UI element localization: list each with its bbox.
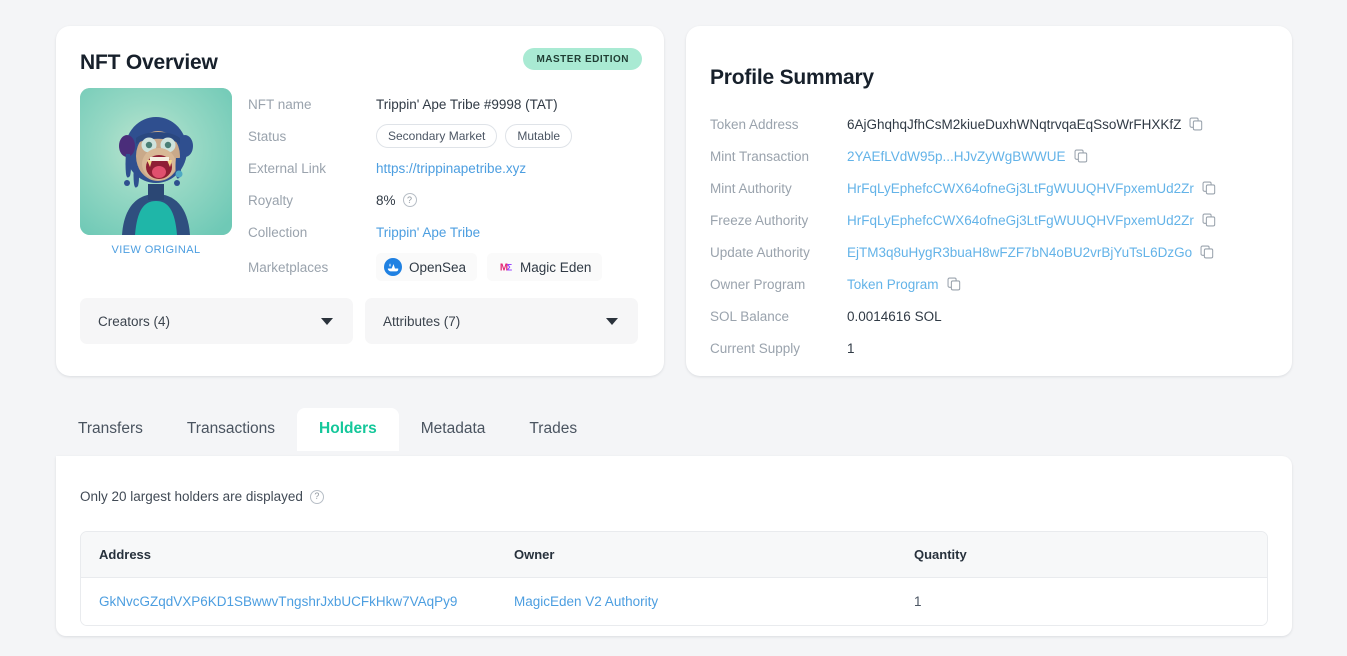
attributes-dropdown-label: Attributes (7) bbox=[383, 313, 461, 329]
profile-row-label: Token Address bbox=[710, 116, 799, 132]
creators-dropdown-label: Creators (4) bbox=[98, 313, 171, 329]
profile-row-value[interactable]: Token Program bbox=[847, 277, 939, 292]
nft-detail-page: NFT Overview MASTER EDITION VIEW ORIGINA… bbox=[0, 0, 1347, 656]
profile-row-value: 0.0014616 SOL bbox=[847, 308, 942, 324]
royalty-value: 8% bbox=[376, 192, 396, 208]
profile-row: Owner Program Token Program bbox=[710, 268, 1270, 300]
status-label: Status bbox=[248, 128, 287, 144]
nft-overview-card: NFT Overview MASTER EDITION VIEW ORIGINA… bbox=[56, 26, 664, 376]
svg-text:Σ: Σ bbox=[507, 263, 513, 273]
copy-icon[interactable] bbox=[1200, 245, 1214, 259]
nft-name-label: NFT name bbox=[248, 96, 312, 112]
royalty-row: Royalty 8% ? bbox=[248, 184, 643, 216]
holders-panel: Only 20 largest holders are displayed ? … bbox=[56, 456, 1292, 636]
profile-row: SOL Balance 0.0014616 SOL bbox=[710, 300, 1270, 332]
holders-help-icon[interactable]: ? bbox=[309, 489, 324, 504]
table-header-row: Address Owner Quantity bbox=[81, 532, 1267, 578]
chevron-down-icon bbox=[321, 318, 333, 325]
marketplace-opensea-button[interactable]: OpenSea bbox=[376, 253, 478, 281]
marketplace-magiceden-label: Magic Eden bbox=[520, 259, 592, 275]
content-tabs: Transfers Transactions Holders Metadata Trad… bbox=[56, 408, 599, 451]
profile-row-label: Mint Transaction bbox=[710, 148, 810, 164]
holder-quantity: 1 bbox=[896, 577, 1267, 625]
profile-row-value[interactable]: HrFqLyEphefcCWX64ofneGj3LtFgWUUQHVFpxemU… bbox=[847, 181, 1194, 196]
profile-row: Current Supply 1 bbox=[710, 332, 1270, 364]
marketplaces-row: Marketplaces OpenSea M Σ Magic Eden bbox=[248, 248, 643, 286]
status-row: Status Secondary Market Mutable bbox=[248, 120, 643, 152]
royalty-label: Royalty bbox=[248, 192, 294, 208]
profile-row-label: Current Supply bbox=[710, 340, 801, 356]
column-header-address: Address bbox=[81, 532, 496, 578]
holder-owner-link[interactable]: MagicEden V2 Authority bbox=[514, 594, 658, 609]
holders-table-head: Address Owner Quantity bbox=[81, 532, 1267, 578]
tab-trades[interactable]: Trades bbox=[507, 408, 599, 451]
profile-row: Freeze Authority HrFqLyEphefcCWX64ofneGj3… bbox=[710, 204, 1270, 236]
chevron-down-icon bbox=[606, 318, 618, 325]
nft-name-value: Trippin' Ape Tribe #9998 (TAT) bbox=[376, 96, 558, 112]
profile-summary-title: Profile Summary bbox=[710, 66, 874, 89]
profile-row-label: Update Authority bbox=[710, 244, 810, 260]
column-header-quantity: Quantity bbox=[896, 532, 1267, 578]
view-original-link[interactable]: VIEW ORIGINAL bbox=[80, 244, 232, 256]
master-edition-badge: MASTER EDITION bbox=[523, 48, 642, 70]
profile-row: Update Authority EjTM3q8uHygR3buaH8wFZF7b… bbox=[710, 236, 1270, 268]
magic-eden-icon: M Σ bbox=[500, 263, 513, 274]
external-link-row: External Link https://trippinapetribe.xy… bbox=[248, 152, 643, 184]
profile-row-label: Freeze Authority bbox=[710, 212, 809, 228]
profile-summary-rows: Token Address 6AjGhqhqJfhCsM2kiueDuxhWNqt… bbox=[710, 108, 1270, 364]
collection-label: Collection bbox=[248, 224, 308, 240]
profile-row-label: Mint Authority bbox=[710, 180, 792, 196]
status-pills: Secondary Market Mutable bbox=[376, 123, 580, 149]
nft-info-rows: NFT name Trippin' Ape Tribe #9998 (TAT) … bbox=[248, 88, 643, 286]
status-pill-secondary-market: Secondary Market bbox=[376, 123, 498, 149]
column-header-owner: Owner bbox=[496, 532, 896, 578]
profile-row: Mint Transaction 2YAEfLVdW95p...HJvZyWgBW… bbox=[710, 140, 1270, 172]
profile-row-value[interactable]: HrFqLyEphefcCWX64ofneGj3LtFgWUUQHVFpxemU… bbox=[847, 213, 1194, 228]
nft-name-row: NFT name Trippin' Ape Tribe #9998 (TAT) bbox=[248, 88, 643, 120]
nft-dropdowns: Creators (4) Attributes (7) bbox=[80, 298, 638, 344]
profile-row-value[interactable]: 2YAEfLVdW95p...HJvZyWgBWWUE bbox=[847, 149, 1066, 164]
tab-metadata[interactable]: Metadata bbox=[399, 408, 508, 451]
profile-row: Mint Authority HrFqLyEphefcCWX64ofneGj3Lt… bbox=[710, 172, 1270, 204]
profile-row: Token Address 6AjGhqhqJfhCsM2kiueDuxhWNqt… bbox=[710, 108, 1270, 140]
tab-holders[interactable]: Holders bbox=[297, 408, 399, 451]
holder-address-link[interactable]: GkNvcGZqdVXP6KD1SBwwvTngshrJxbUCFkHkw7VA… bbox=[99, 594, 457, 609]
collection-value[interactable]: Trippin' Ape Tribe bbox=[376, 225, 480, 240]
nft-thumbnail-wrap: VIEW ORIGINAL bbox=[80, 88, 232, 256]
creators-dropdown[interactable]: Creators (4) bbox=[80, 298, 353, 344]
marketplace-magiceden-button[interactable]: M Σ Magic Eden bbox=[487, 253, 603, 281]
tab-transactions[interactable]: Transactions bbox=[165, 408, 297, 451]
royalty-help-icon[interactable]: ? bbox=[402, 193, 417, 207]
status-pill-mutable: Mutable bbox=[505, 123, 573, 149]
profile-row-value: 6AjGhqhqJfhCsM2kiueDuxhWNqtrvqaEqSsoWrFH… bbox=[847, 116, 1182, 132]
external-link-value[interactable]: https://trippinapetribe.xyz bbox=[376, 161, 526, 176]
nft-overview-title: NFT Overview bbox=[80, 51, 218, 74]
collection-row: Collection Trippin' Ape Tribe bbox=[248, 216, 643, 248]
copy-icon[interactable] bbox=[1074, 149, 1088, 163]
external-link-label: External Link bbox=[248, 160, 327, 176]
profile-summary-card: Profile Summary Token Address 6AjGhqhqJfh… bbox=[686, 26, 1292, 376]
table-row: GkNvcGZqdVXP6KD1SBwwvTngshrJxbUCFkHkw7VA… bbox=[81, 577, 1267, 625]
profile-row-value: 1 bbox=[847, 340, 855, 356]
attributes-dropdown[interactable]: Attributes (7) bbox=[365, 298, 638, 344]
marketplace-opensea-label: OpenSea bbox=[409, 259, 467, 275]
profile-row-value[interactable]: EjTM3q8uHygR3buaH8wFZF7bN4oBU2vrBjYuTsL6… bbox=[847, 245, 1192, 260]
opensea-icon bbox=[384, 258, 402, 276]
profile-row-label: Owner Program bbox=[710, 276, 806, 292]
copy-icon[interactable] bbox=[947, 277, 961, 291]
copy-icon[interactable] bbox=[1189, 117, 1203, 131]
holders-table-wrap: Address Owner Quantity GkNvcGZqdVXP6KD1S… bbox=[80, 531, 1268, 626]
copy-icon[interactable] bbox=[1202, 181, 1216, 195]
holders-table: Address Owner Quantity GkNvcGZqdVXP6KD1S… bbox=[81, 532, 1267, 625]
profile-row-label: SOL Balance bbox=[710, 308, 790, 324]
tab-transfers[interactable]: Transfers bbox=[56, 408, 165, 451]
marketplaces-label: Marketplaces bbox=[248, 259, 329, 275]
holders-note-text: Only 20 largest holders are displayed bbox=[80, 489, 303, 504]
copy-icon[interactable] bbox=[1202, 213, 1216, 227]
nft-image[interactable] bbox=[80, 88, 232, 235]
holders-table-body: GkNvcGZqdVXP6KD1SBwwvTngshrJxbUCFkHkw7VA… bbox=[81, 577, 1267, 625]
holders-note: Only 20 largest holders are displayed ? bbox=[80, 489, 324, 504]
